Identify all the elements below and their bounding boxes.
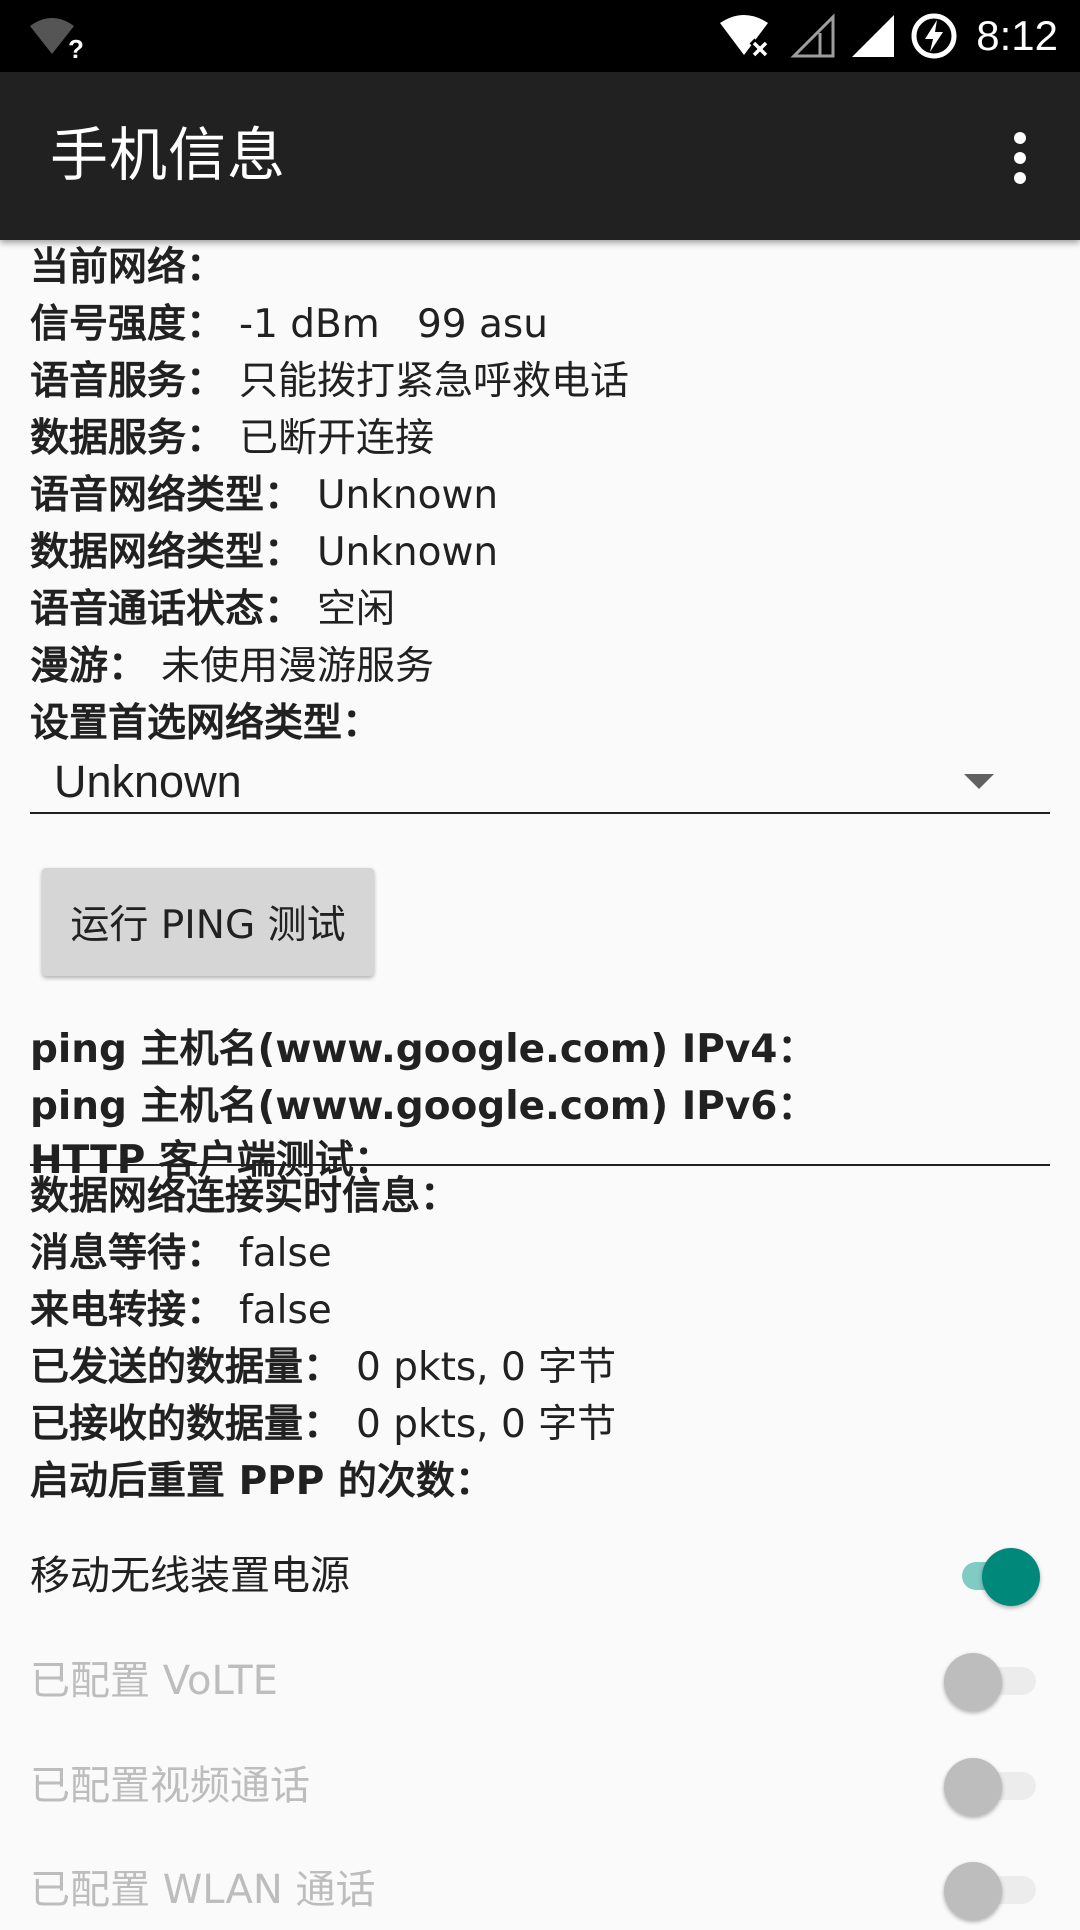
toggle-volte: 已配置 VoLTE [30, 1641, 1050, 1721]
radio-power-switch[interactable] [944, 1544, 1040, 1608]
data-received-label: 已接收的数据量： [30, 1402, 343, 1447]
status-icons: 8:12 [718, 0, 1058, 72]
voice-call-status-label: 语音通话状态： [30, 587, 304, 632]
data-network-type-value: Unknown [317, 530, 499, 575]
video-calling-switch [944, 1754, 1040, 1818]
voice-service-label: 语音服务： [30, 359, 226, 404]
message-waiting-row: 消息等待： false [30, 1226, 332, 1282]
wlan-calling-switch [944, 1858, 1040, 1922]
current-network-row: 当前网络： [30, 240, 239, 296]
volte-switch [944, 1649, 1040, 1713]
preferred-network-row: 设置首选网络类型： [30, 696, 381, 752]
data-sent-value: 0 pkts, 0 字节 [356, 1345, 617, 1390]
roaming-value: 未使用漫游服务 [161, 644, 435, 689]
page-title: 手机信息 [50, 121, 287, 189]
toggle-label: 已配置 WLAN 通话 [30, 1867, 376, 1913]
data-conn-title: 数据网络连接实时信息： [30, 1174, 460, 1219]
preferred-network-selected: Unknown [54, 756, 242, 807]
preferred-network-label: 设置首选网络类型： [30, 701, 382, 746]
ppp-reset-label: 启动后重置 PPP 的次数： [30, 1459, 494, 1504]
voice-network-type-label: 语音网络类型： [30, 473, 304, 518]
message-waiting-label: 消息等待： [30, 1231, 226, 1276]
wifi-no-internet-icon [720, 15, 771, 59]
ping-ipv6-label: ping 主机名(www.google.com) IPv6： [30, 1084, 817, 1129]
data-conn-title-row: 数据网络连接实时信息： [30, 1169, 459, 1225]
cellular-full-icon [852, 15, 895, 57]
signal-strength-row: 信号强度： -1 dBm 99 asu [30, 297, 548, 353]
data-received-row: 已接收的数据量： 0 pkts, 0 字节 [30, 1397, 616, 1453]
voice-service-value: 只能拨打紧急呼救电话 [239, 359, 630, 404]
toggle-radio-power[interactable]: 移动无线装置电源 [30, 1536, 1050, 1616]
wifi-unknown-icon: ? [30, 18, 84, 60]
data-service-label: 数据服务： [30, 416, 226, 461]
toggle-label: 移动无线装置电源 [30, 1553, 350, 1599]
call-forwarding-label: 来电转接： [30, 1288, 226, 1333]
roaming-label: 漫游： [30, 644, 148, 689]
toggle-wlan-calling: 已配置 WLAN 通话 [30, 1850, 1050, 1930]
data-network-type-label: 数据网络类型： [30, 530, 304, 575]
call-forwarding-row: 来电转接： false [30, 1283, 332, 1339]
voice-call-status-value: 空闲 [317, 587, 396, 632]
roaming-row: 漫游： 未使用漫游服务 [30, 639, 434, 695]
current-network-label: 当前网络： [30, 245, 226, 290]
call-forwarding-value: false [239, 1288, 332, 1333]
ping-ipv4-row: ping 主机名(www.google.com) IPv4： [30, 1022, 816, 1078]
divider [30, 1164, 1050, 1166]
status-time: 8:12 [976, 12, 1058, 59]
status-bar: ? 8:12 [0, 0, 1080, 72]
message-waiting-value: false [239, 1231, 332, 1276]
app-bar: 手机信息 [0, 72, 1080, 240]
ppp-reset-row: 启动后重置 PPP 的次数： [30, 1454, 508, 1510]
voice-network-type-row: 语音网络类型： Unknown [30, 468, 498, 524]
data-sent-label: 已发送的数据量： [30, 1345, 343, 1390]
voice-network-type-value: Unknown [317, 473, 499, 518]
dropdown-arrow-icon [964, 774, 994, 789]
data-network-type-row: 数据网络类型： Unknown [30, 525, 498, 581]
signal-strength-value: -1 dBm 99 asu [239, 302, 548, 347]
voice-service-row: 语音服务： 只能拨打紧急呼救电话 [30, 354, 629, 410]
ping-ipv6-row: ping 主机名(www.google.com) IPv6： [30, 1079, 816, 1135]
cellular-empty-icon [790, 13, 835, 58]
ping-ipv4-label: ping 主机名(www.google.com) IPv4： [30, 1027, 817, 1072]
voice-call-status-row: 语音通话状态： 空闲 [30, 582, 395, 638]
toggle-label: 已配置视频通话 [30, 1763, 310, 1809]
data-received-value: 0 pkts, 0 字节 [356, 1402, 617, 1447]
preferred-network-spinner[interactable]: Unknown [30, 752, 1050, 814]
more-vert-icon[interactable] [1000, 126, 1040, 190]
svg-text:?: ? [68, 34, 84, 60]
data-service-value: 已断开连接 [239, 416, 435, 461]
toggle-video-calling: 已配置视频通话 [30, 1746, 1050, 1826]
data-sent-row: 已发送的数据量： 0 pkts, 0 字节 [30, 1340, 616, 1396]
toggle-label: 已配置 VoLTE [30, 1658, 278, 1704]
data-service-row: 数据服务： 已断开连接 [30, 411, 434, 467]
signal-strength-label: 信号强度： [30, 302, 226, 347]
run-ping-test-button[interactable]: 运行 PING 测试 [42, 868, 374, 976]
battery-charging-icon [911, 13, 957, 59]
